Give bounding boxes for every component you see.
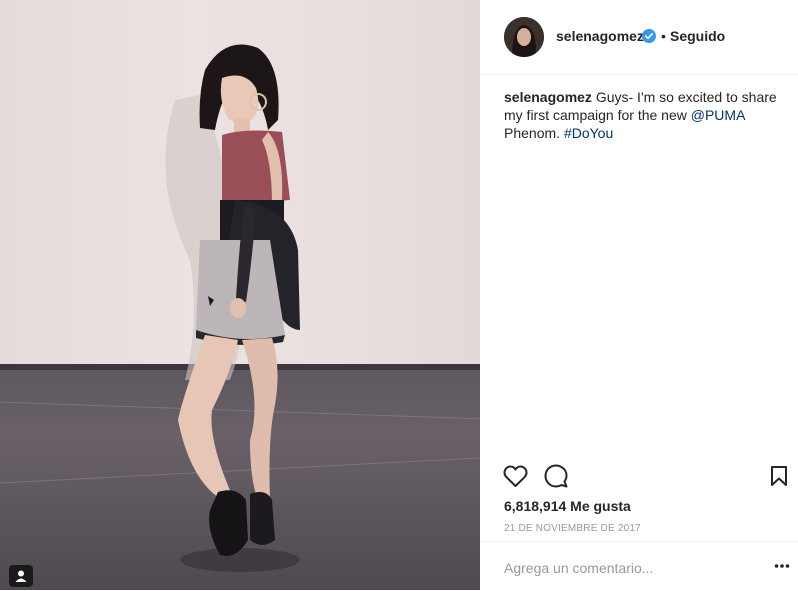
- likes-count[interactable]: 6,818,914 Me gusta: [504, 498, 631, 514]
- verified-badge-icon: [642, 29, 656, 43]
- comment-bubble-icon[interactable]: [544, 464, 568, 488]
- avatar[interactable]: [504, 17, 544, 57]
- caption-mention-link[interactable]: @PUMA: [691, 107, 745, 123]
- post-photo[interactable]: [0, 0, 480, 590]
- bookmark-icon[interactable]: [770, 465, 788, 487]
- caption-username[interactable]: selenagomez: [504, 89, 592, 105]
- post-header: selenagomez • Seguido: [480, 0, 798, 75]
- caption-text-middle: Phenom.: [504, 125, 564, 141]
- model-figure: [165, 44, 300, 572]
- post-caption: selenagomez Guys- I'm so excited to shar…: [504, 88, 780, 142]
- follow-status-button[interactable]: Seguido: [670, 28, 725, 44]
- user-tag-icon[interactable]: [9, 565, 33, 587]
- heart-icon[interactable]: [503, 465, 528, 488]
- separator-dot: •: [661, 28, 666, 44]
- header-username[interactable]: selenagomez: [556, 28, 644, 44]
- comment-box: [480, 541, 798, 591]
- caption-hashtag-link[interactable]: #DoYou: [564, 125, 613, 141]
- comment-input[interactable]: [504, 560, 744, 576]
- action-bar: [480, 454, 798, 498]
- more-options-icon[interactable]: [774, 561, 790, 571]
- post-date[interactable]: 21 DE NOVIEMBRE DE 2017: [504, 523, 641, 534]
- post-side-panel: selenagomez • Seguido selenagomez Guys- …: [480, 0, 798, 590]
